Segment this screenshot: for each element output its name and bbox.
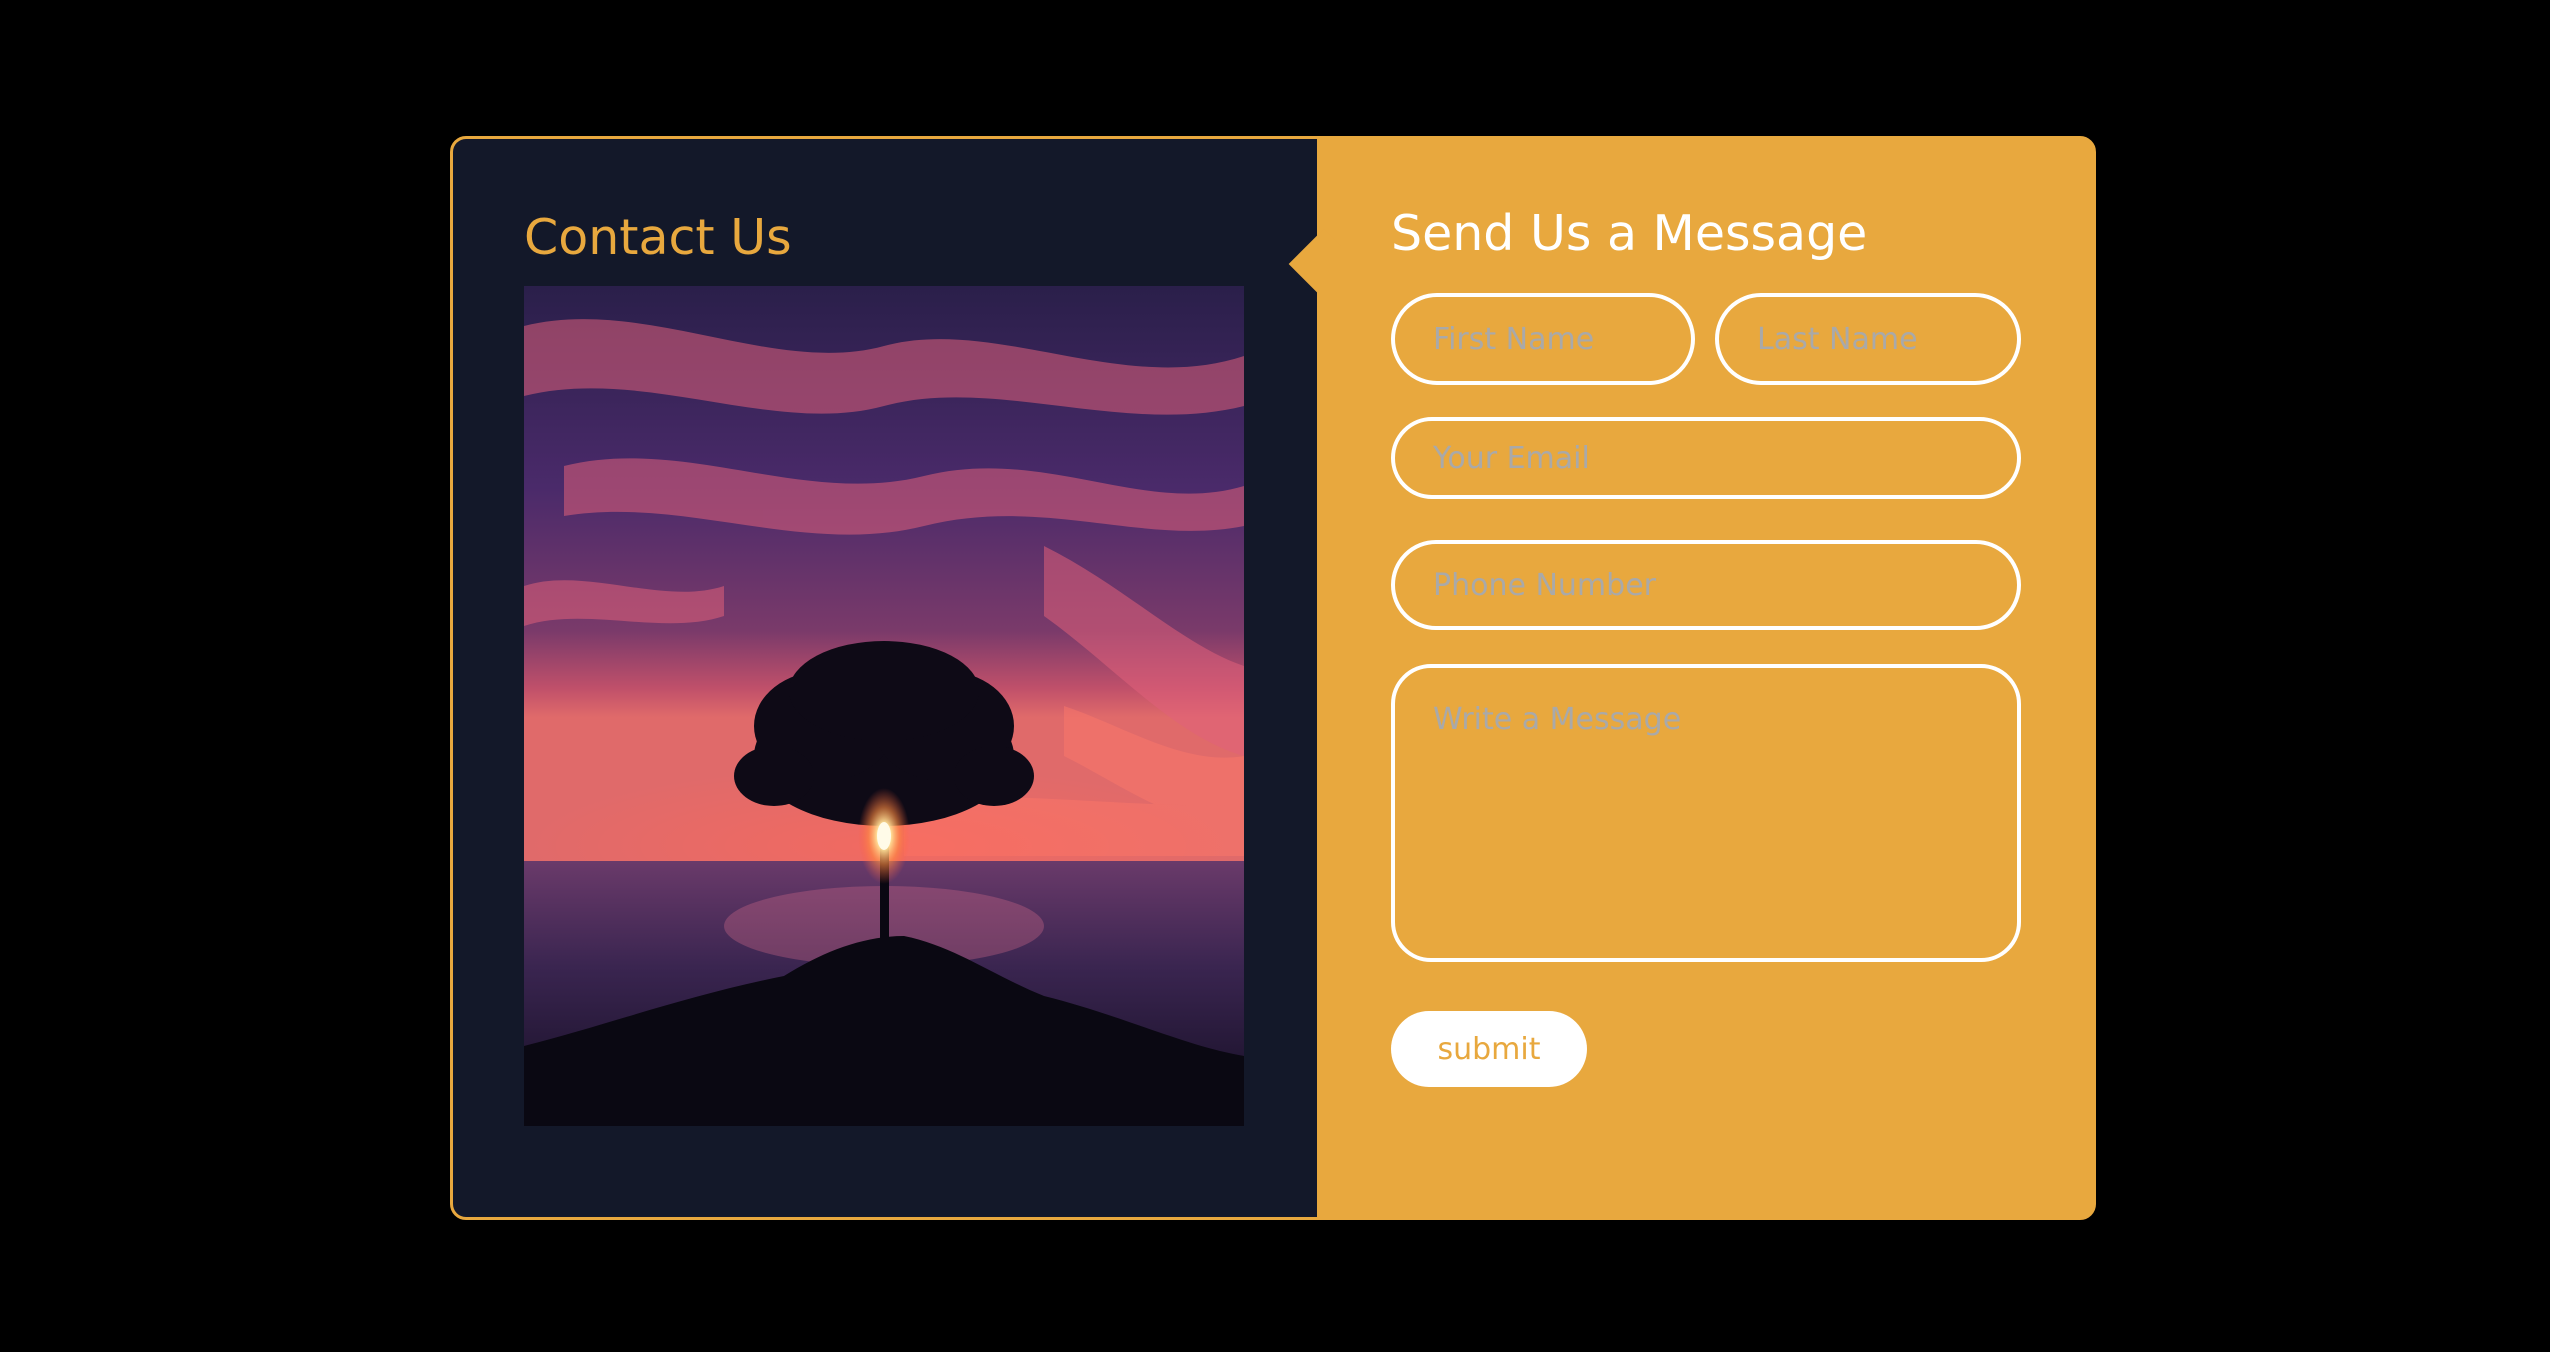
contact-card: Contact Us Send Us a Message First Name … [450,136,2096,1220]
submit-button[interactable]: submit [1391,1011,1587,1087]
sunset-tree-image [524,286,1244,1126]
send-message-heading: Send Us a Message [1391,205,1868,262]
message-textarea[interactable] [1391,664,2021,962]
sunset-tree-illustration [524,286,1244,1126]
phone-input[interactable] [1391,540,2021,630]
contact-info-panel: Contact Us [453,139,1317,1217]
email-input[interactable] [1391,417,2021,499]
contact-us-heading: Contact Us [524,209,792,266]
first-name-input[interactable] [1391,293,1695,385]
last-name-input[interactable] [1715,293,2021,385]
